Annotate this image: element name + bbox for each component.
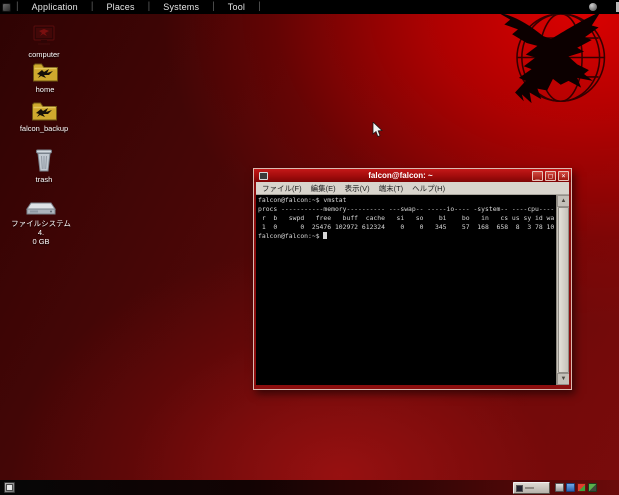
desktop-icon-label: ファイルシステム 4.: [8, 219, 74, 237]
menu-places[interactable]: Places: [94, 0, 146, 14]
terminal-title: falcon@falcon: ~: [271, 171, 530, 180]
terminal-menu-edit[interactable]: 編集(E): [311, 183, 336, 194]
taskbar-button-text: [525, 487, 534, 489]
menu-systems[interactable]: Systems: [151, 0, 211, 14]
scrollbar-thumb[interactable]: [558, 207, 569, 373]
trash-icon: [34, 148, 54, 173]
backup-folder-icon: [31, 100, 58, 122]
desktop-icon-label-line2: 0 GB: [8, 237, 74, 246]
falcon-globe-logo: [483, 6, 619, 110]
desktop-icon-label: trash: [11, 175, 77, 184]
tray-icon-a[interactable]: [555, 483, 564, 492]
home-folder-icon: [32, 61, 59, 83]
panel-divider: |: [257, 0, 262, 14]
terminal-scrollbar[interactable]: ▲ ▼: [556, 195, 569, 385]
scrollbar-down-arrow[interactable]: ▼: [557, 373, 569, 385]
terminal-content-area: falcon@falcon:~$ vmstat procs ----------…: [256, 195, 569, 385]
terminal-screen[interactable]: falcon@falcon:~$ vmstat procs ----------…: [256, 195, 556, 385]
terminal-menu-help[interactable]: ヘルプ(H): [412, 183, 445, 194]
desktop-icon-computer[interactable]: computer: [11, 25, 77, 59]
terminal-menu-file[interactable]: ファイル(F): [262, 183, 302, 194]
tray-icon-c[interactable]: [577, 483, 586, 492]
terminal-menubar: ファイル(F) 編集(E) 表示(V) 端末(T) ヘルプ(H): [256, 182, 569, 195]
maximize-button[interactable]: □: [545, 171, 556, 181]
terminal-line: falcon@falcon:~$ vmstat: [258, 196, 556, 205]
scrollbar-up-arrow[interactable]: ▲: [557, 195, 569, 207]
desktop: | Application | Places | Systems | Tool …: [0, 0, 619, 495]
terminal-menu-view[interactable]: 表示(V): [345, 183, 370, 194]
terminal-titlebar[interactable]: falcon@falcon: ~ _ □ ×: [254, 169, 571, 182]
desktop-icon-label: home: [12, 85, 78, 94]
tray-icon-d[interactable]: [588, 483, 597, 492]
desktop-icon-trash[interactable]: trash: [11, 148, 77, 184]
desktop-icon-falcon-backup[interactable]: falcon_backup: [6, 100, 82, 133]
desktop-icon-label: falcon_backup: [6, 124, 82, 133]
terminal-prompt-line: falcon@falcon:~$: [258, 232, 556, 241]
bottom-taskbar: [0, 480, 619, 495]
desktop-icon-label: computer: [11, 50, 77, 59]
desktop-icon-home[interactable]: home: [12, 61, 78, 94]
show-desktop-icon[interactable]: [4, 482, 15, 493]
menu-application[interactable]: Application: [20, 0, 90, 14]
terminal-menu-terminal[interactable]: 端末(T): [379, 183, 404, 194]
panel-menu-icon[interactable]: [2, 3, 11, 12]
terminal-cursor: [323, 232, 327, 239]
top-menu-bar: | Application | Places | Systems | Tool …: [0, 0, 619, 14]
terminal-task-icon: [516, 485, 523, 492]
tray-icon-b[interactable]: [566, 483, 575, 492]
terminal-line: procs -----------memory---------- ---swa…: [258, 205, 556, 214]
terminal-line: r b swpd free buff cache si so bi bo in …: [258, 214, 556, 223]
menu-tool[interactable]: Tool: [216, 0, 257, 14]
desktop-icon-filesystem[interactable]: ファイルシステム 4. 0 GB: [8, 199, 74, 246]
disk-drive-icon: [25, 199, 57, 217]
minimize-button[interactable]: _: [532, 171, 543, 181]
terminal-prompt: falcon@falcon:~$: [258, 232, 323, 240]
computer-icon: [32, 25, 56, 48]
taskbar-window-button[interactable]: [513, 482, 550, 494]
terminal-window: falcon@falcon: ~ _ □ × ファイル(F) 編集(E) 表示(…: [253, 168, 572, 390]
close-button[interactable]: ×: [558, 171, 569, 181]
mouse-cursor-icon: [372, 122, 383, 138]
terminal-window-icon: [259, 172, 268, 180]
terminal-line: 1 0 0 25476 102972 612324 0 0 345 57 168…: [258, 223, 556, 232]
panel-notification-icon[interactable]: [589, 3, 597, 11]
